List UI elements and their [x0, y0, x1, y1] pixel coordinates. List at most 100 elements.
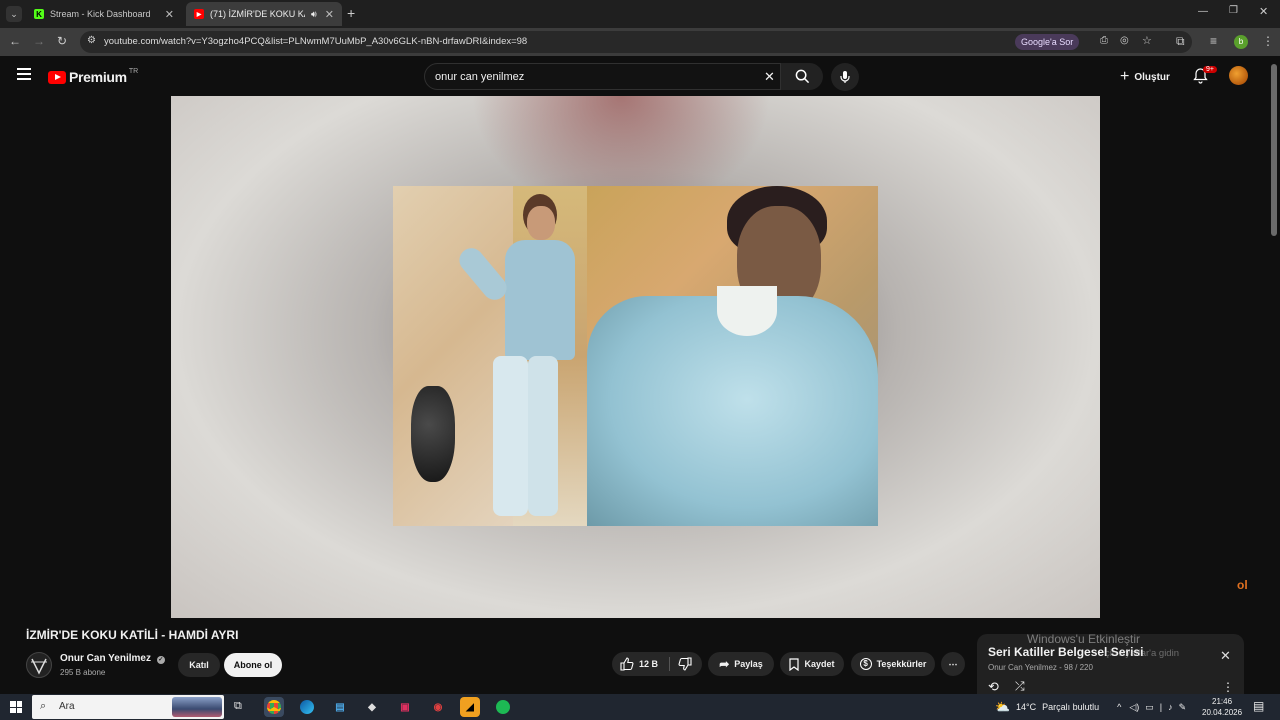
- close-icon[interactable]: ✕: [325, 8, 334, 21]
- channel-logo-icon: [31, 658, 47, 675]
- join-button[interactable]: Katıl: [178, 653, 220, 677]
- network-icon[interactable]: ▭: [1145, 702, 1154, 713]
- speaker-icon[interactable]: ◁): [1129, 702, 1139, 713]
- tab-search-button[interactable]: ⌄: [6, 6, 22, 22]
- channel-watermark-logo[interactable]: ol: [1237, 578, 1261, 602]
- clear-search-icon[interactable]: ✕: [764, 69, 775, 85]
- media-control-icon[interactable]: ≡: [1210, 34, 1217, 48]
- back-icon[interactable]: ←: [9, 34, 21, 48]
- share-button[interactable]: ➦ Paylaş: [708, 652, 774, 676]
- notification-badge: 9+: [1203, 66, 1217, 73]
- windows-taskbar: ⌕ Ara ⧉ ▤ ◆ ▣ ◉ ◢ ⛅ 14°C Parçalı bulutlu…: [0, 694, 1280, 720]
- voice-search-button[interactable]: [831, 63, 859, 91]
- search-input[interactable]: onur can yenilmez ✕: [424, 63, 781, 90]
- tab-youtube[interactable]: ▶ (71) İZMİR'DE KOKU KATİLİ 🔊︎ ✕: [186, 2, 342, 26]
- verified-icon: ✓: [156, 656, 165, 664]
- more-actions-button[interactable]: ⋯: [941, 652, 965, 676]
- minimize-button[interactable]: —: [1198, 6, 1208, 17]
- google-sor-button[interactable]: Google'a Sor: [1015, 34, 1080, 50]
- browser-toolbar: ← → ↻ ⚙ youtube.com/watch?v=Y3ogzho4PCQ&…: [0, 28, 1280, 56]
- video-frame-photo-right: [587, 186, 878, 526]
- youtube-logo[interactable]: Premium TR: [48, 68, 138, 85]
- bookmark-star-icon[interactable]: ☆: [1142, 34, 1152, 47]
- hamburger-menu-icon[interactable]: [17, 68, 31, 80]
- forward-icon[interactable]: →: [33, 34, 45, 48]
- tab-label: Stream - Kick Dashboard: [50, 9, 151, 19]
- taskbar-search-box[interactable]: ⌕ Ara: [32, 695, 224, 719]
- youtube-play-icon: [48, 70, 66, 84]
- tab-label: (71) İZMİR'DE KOKU KATİLİ: [210, 9, 305, 19]
- like-button[interactable]: 12 B: [620, 657, 658, 671]
- activate-windows-watermark: Windows'u Etkinleştir: [1027, 632, 1140, 646]
- system-tray: ⛅ 14°C Parçalı bulutlu ^ ◁) ▭ | ♪ ✎: [995, 700, 1187, 714]
- plus-icon: +: [1120, 68, 1130, 85]
- edge-icon[interactable]: [297, 697, 317, 717]
- pen-icon[interactable]: ✎: [1179, 702, 1187, 713]
- divider: [669, 657, 670, 671]
- kick-icon: K: [34, 9, 44, 19]
- close-icon[interactable]: ✕: [1220, 648, 1231, 664]
- chevron-up-icon[interactable]: ^: [1117, 702, 1121, 712]
- playlist-menu-icon[interactable]: ⋮: [1222, 680, 1234, 694]
- profile-avatar[interactable]: b: [1234, 35, 1248, 49]
- speaker-icon[interactable]: 🔊︎: [311, 9, 317, 20]
- taskbar-clock[interactable]: 21:46 20.04.2026: [1202, 696, 1242, 718]
- chrome-icon[interactable]: [264, 697, 284, 717]
- microphone-icon[interactable]: |: [1160, 702, 1162, 712]
- address-bar[interactable]: ⚙ youtube.com/watch?v=Y3ogzho4PCQ&list=P…: [80, 31, 1192, 53]
- search-icon: [795, 69, 809, 84]
- dislike-button[interactable]: [678, 657, 692, 676]
- thumbs-down-icon: [678, 657, 692, 671]
- more-horizontal-icon: ⋯: [948, 658, 958, 669]
- install-icon[interactable]: ⎙: [1100, 35, 1108, 46]
- search-highlight-image: [172, 697, 222, 717]
- new-tab-button[interactable]: +: [347, 5, 355, 21]
- search-icon: ⌕: [40, 700, 47, 712]
- like-dislike-group: 12 B: [612, 652, 702, 676]
- notepad-icon[interactable]: ▤: [330, 697, 350, 717]
- url-text[interactable]: youtube.com/watch?v=Y3ogzho4PCQ&list=PLN…: [104, 36, 527, 47]
- site-info-icon[interactable]: ⚙: [87, 35, 96, 46]
- menu-kebab-icon[interactable]: ⋮: [1262, 34, 1274, 48]
- task-view-icon[interactable]: ⧉: [234, 700, 242, 713]
- subscriber-count: 295 B abone: [60, 668, 106, 677]
- video-frame-photo-left: [393, 186, 587, 526]
- browser-tab-strip: ⌄ K Stream - Kick Dashboard ✕ ▶ (71) İZM…: [0, 0, 1280, 28]
- youtube-header: Premium TR onur can yenilmez ✕ + Oluştur…: [0, 56, 1280, 96]
- shuffle-icon[interactable]: ⤮: [1015, 679, 1025, 694]
- extensions-icon[interactable]: ⧉: [1176, 34, 1185, 49]
- channel-name[interactable]: Onur Can Yenilmez ✓: [60, 653, 165, 664]
- window-close-button[interactable]: ✕: [1259, 5, 1268, 18]
- youtube-icon: ▶: [194, 9, 204, 19]
- reload-icon[interactable]: ↻: [57, 34, 67, 48]
- eye-off-icon[interactable]: ◎: [1120, 35, 1129, 46]
- share-arrow-icon: ➦: [719, 657, 730, 671]
- search-button[interactable]: [781, 63, 823, 90]
- create-button[interactable]: + Oluştur: [1120, 68, 1170, 86]
- bookmark-icon: [789, 657, 800, 671]
- playlist-subtitle: Onur Can Yenilmez - 98 / 220: [988, 663, 1093, 672]
- volume-icon[interactable]: ♪: [1168, 702, 1173, 712]
- close-icon[interactable]: ✕: [165, 8, 174, 21]
- channel-avatar[interactable]: [26, 652, 52, 678]
- loop-icon[interactable]: ⟲: [988, 679, 999, 695]
- avatar[interactable]: [1229, 66, 1248, 85]
- save-button[interactable]: Kaydet: [780, 652, 844, 676]
- restore-button[interactable]: ❐: [1229, 5, 1238, 16]
- subscribe-button[interactable]: Abone ol: [224, 653, 282, 677]
- weather-icon[interactable]: ⛅: [995, 700, 1010, 714]
- notification-center-icon[interactable]: ▤: [1253, 699, 1264, 713]
- windows-start-icon[interactable]: [10, 701, 22, 713]
- super-thanks-icon: $: [859, 658, 872, 670]
- microphone-icon: [840, 71, 850, 83]
- video-player[interactable]: [171, 96, 1100, 618]
- recorder-icon[interactable]: ◉: [428, 697, 448, 717]
- app-icon[interactable]: ◆: [362, 697, 382, 717]
- tab-kick[interactable]: K Stream - Kick Dashboard ✕: [26, 2, 182, 26]
- video-editor-icon[interactable]: ▣: [395, 697, 415, 717]
- thanks-button[interactable]: $ Teşekkürler: [851, 652, 935, 676]
- page-scrollbar[interactable]: [1271, 64, 1277, 236]
- spotify-icon[interactable]: [493, 697, 513, 717]
- activate-windows-subtext: çin Ayarlar'a gidin: [1105, 648, 1179, 659]
- streaming-app-icon[interactable]: ◢: [460, 697, 480, 717]
